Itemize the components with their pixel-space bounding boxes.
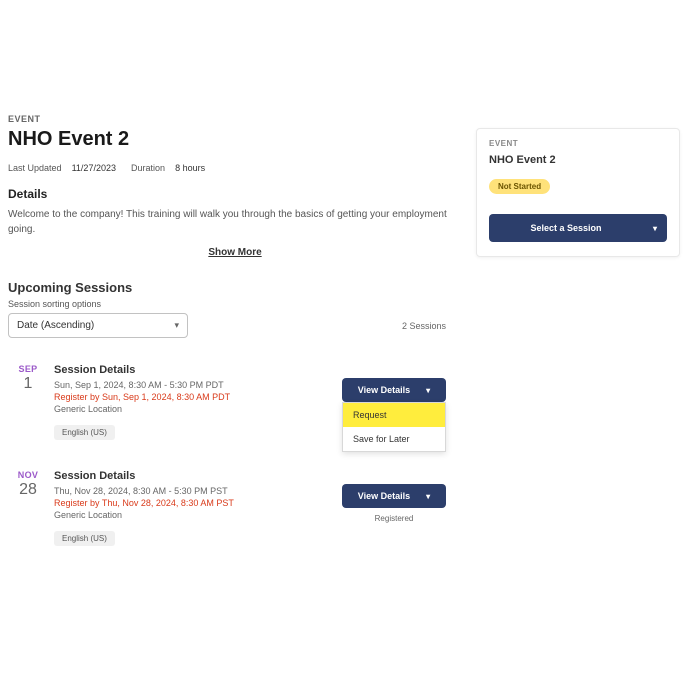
chevron-down-icon: ▾ [426,492,430,501]
menu-item-request[interactable]: Request [343,403,445,427]
event-eyebrow: EVENT [8,114,462,124]
status-badge: Not Started [489,179,550,194]
session-register-by: Register by Thu, Nov 28, 2024, 8:30 AM P… [54,498,342,508]
chevron-down-icon: ▾ [653,224,657,233]
session-time: Sun, Sep 1, 2024, 8:30 AM - 5:30 PM PDT [54,380,342,390]
session-register-by: Register by Sun, Sep 1, 2024, 8:30 AM PD… [54,392,342,402]
session-day: 1 [8,374,48,393]
session-location: Generic Location [54,404,342,414]
session-month: NOV [8,470,48,480]
chevron-down-icon: ▾ [174,320,179,331]
session-date: SEP 1 [8,364,48,393]
language-badge: English (US) [54,531,115,546]
event-meta: Last Updated 11/27/2023 Duration 8 hours [8,163,462,173]
session-row: SEP 1 Session Details Sun, Sep 1, 2024, … [8,364,462,440]
view-details-label: View Details [358,491,410,501]
event-summary-card: EVENT NHO Event 2 Not Started Select a S… [476,128,680,257]
view-details-button[interactable]: View Details ▾ [342,484,446,508]
language-badge: English (US) [54,425,115,440]
duration-value: 8 hours [175,163,205,173]
card-title: NHO Event 2 [489,154,667,166]
session-time: Thu, Nov 28, 2024, 8:30 AM - 5:30 PM PST [54,486,342,496]
details-heading: Details [8,187,462,201]
session-location: Generic Location [54,510,342,520]
sort-select[interactable]: Date (Ascending) ▾ [8,313,188,338]
select-session-label: Select a Session [499,223,633,233]
registered-status: Registered [342,514,446,523]
session-row: NOV 28 Session Details Thu, Nov 28, 2024… [8,470,462,546]
event-description: Welcome to the company! This training wi… [8,207,462,237]
session-title: Session Details [54,364,342,376]
select-session-button[interactable]: Select a Session ▾ [489,214,667,242]
page-title: NHO Event 2 [8,128,462,151]
show-more-link[interactable]: Show More [8,247,462,258]
card-eyebrow: EVENT [489,139,667,148]
upcoming-sessions-heading: Upcoming Sessions [8,280,462,295]
last-updated-label: Last Updated [8,163,62,173]
session-date: NOV 28 [8,470,48,499]
duration-label: Duration [131,163,165,173]
session-count: 2 Sessions [402,321,462,331]
sort-select-value: Date (Ascending) [17,320,94,331]
session-month: SEP [8,364,48,374]
session-day: 28 [8,480,48,499]
chevron-down-icon: ▾ [426,386,430,395]
view-details-menu: Request Save for Later [342,402,446,452]
menu-item-save-for-later[interactable]: Save for Later [343,427,445,451]
last-updated-value: 11/27/2023 [72,163,116,173]
view-details-label: View Details [358,385,410,395]
session-title: Session Details [54,470,342,482]
view-details-button[interactable]: View Details ▾ [342,378,446,402]
sort-label: Session sorting options [8,299,462,309]
